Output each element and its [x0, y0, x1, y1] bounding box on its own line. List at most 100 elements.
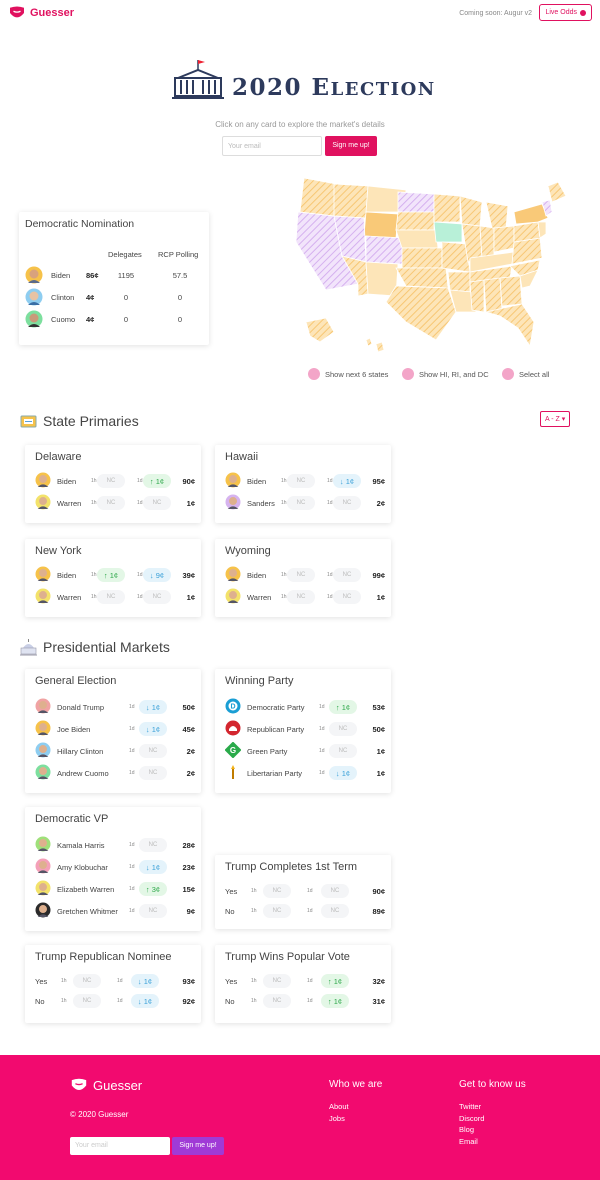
market-row[interactable]: No 1h NC 1d ↓ 1¢ 92¢ — [35, 991, 195, 1011]
market-row[interactable]: Yes 1h NC 1d NC 90¢ — [225, 881, 385, 901]
footer-brand[interactable]: Guesser — [70, 1078, 142, 1093]
coming-soon-text: Coming soon: Augur v2 — [459, 10, 532, 17]
card-title: New York — [35, 545, 82, 557]
market-row[interactable]: Warren 1h NC 1d NC 1¢ — [35, 493, 195, 513]
market-row[interactable]: Republican Party 1d NC 50¢ — [225, 719, 385, 739]
market-row[interactable]: Libertarian Party 1d ↓ 1¢ 1¢ — [225, 763, 385, 783]
market-row[interactable]: Andrew Cuomo 1d NC 2¢ — [35, 763, 195, 783]
market-row[interactable]: Elizabeth Warren 1d ↑ 3¢ 15¢ — [35, 879, 195, 899]
market-row[interactable]: Biden 1h NC 1d ↓ 1¢ 95¢ — [225, 471, 385, 491]
email-link[interactable]: Email — [459, 1136, 484, 1148]
market-card-general[interactable]: General Election Donald Trump 1d ↓ 1¢ 50… — [25, 669, 201, 793]
state-sd — [395, 211, 435, 231]
market-row[interactable]: No 1h NC 1d ↑ 1¢ 31¢ — [225, 991, 385, 1011]
price-change-pill: ↓ 9¢ — [143, 568, 171, 582]
market-row[interactable]: Biden 1h NC 1d NC 99¢ — [225, 565, 385, 585]
brand-logo[interactable]: Guesser — [8, 6, 74, 20]
state-wyoming — [363, 211, 399, 239]
state-card-wyoming[interactable]: Wyoming Biden 1h NC 1d NC 99¢ Warren 1h … — [215, 539, 391, 617]
market-row[interactable]: Biden 1h NC 1d ↑ 1¢ 90¢ — [35, 471, 195, 491]
avatar-icon — [35, 902, 51, 918]
market-row[interactable]: Hillary Clinton 1d NC 2¢ — [35, 741, 195, 761]
democratic-nomination-card[interactable]: Democratic Nomination Delegates RCP Poll… — [19, 212, 209, 345]
polling-header: RCP Polling — [158, 250, 199, 259]
market-row[interactable]: G Green Party 1d NC 1¢ — [225, 741, 385, 761]
beard-logo-icon — [71, 1078, 87, 1090]
avatar-icon — [35, 880, 51, 896]
about-link[interactable]: About — [329, 1101, 349, 1113]
us-states-map[interactable] — [286, 172, 568, 354]
price-change-pill: ↓ 1¢ — [131, 974, 159, 988]
market-row[interactable]: Donald Trump 1d ↓ 1¢ 50¢ — [35, 697, 195, 717]
market-row[interactable]: Sanders 1h NC 1d NC 2¢ — [225, 493, 385, 513]
avatar-icon — [225, 566, 241, 582]
avatar-icon — [225, 472, 241, 488]
market-row[interactable]: Warren 1h NC 1d NC 1¢ — [225, 587, 385, 607]
price-change-pill: NC — [287, 568, 315, 582]
market-row[interactable]: Yes 1h NC 1d ↑ 1¢ 32¢ — [225, 971, 385, 991]
price-change-pill: ↑ 1¢ — [97, 568, 125, 582]
market-row[interactable]: Biden 1h ↑ 1¢ 1d ↓ 9¢ 39¢ — [35, 565, 195, 585]
state-ne — [395, 229, 439, 249]
email-input[interactable]: Your email — [222, 136, 322, 156]
discord-link[interactable]: Discord — [459, 1113, 484, 1125]
brand-name: Guesser — [30, 7, 75, 19]
signup-button[interactable]: Sign me up! — [325, 136, 377, 156]
libertarian-party-icon — [231, 765, 235, 779]
price-change-pill: NC — [287, 590, 315, 604]
market-row[interactable]: Joe Biden 1d ↓ 1¢ 45¢ — [35, 719, 195, 739]
market-card-nominee[interactable]: Trump Republican Nominee Yes 1h NC 1d ↓ … — [25, 945, 201, 1023]
state-ia — [433, 221, 463, 243]
state-me — [547, 181, 567, 203]
get-to-know-us-heading: Get to know us — [459, 1079, 526, 1090]
twitter-link[interactable]: Twitter — [459, 1101, 484, 1113]
select-all-button[interactable]: Select all — [502, 368, 549, 380]
state-card-new-york[interactable]: New York Biden 1h ↑ 1¢ 1d ↓ 9¢ 39¢ Warre… — [25, 539, 201, 617]
show-next-states-button[interactable]: Show next 6 states — [308, 368, 388, 380]
market-card-vp[interactable]: Democratic VP Kamala Harris 1d NC 28¢ Am… — [25, 807, 201, 931]
legend-dot-icon — [402, 368, 414, 380]
state-ok — [395, 267, 449, 289]
legend-dot-icon — [502, 368, 514, 380]
show-hi-ri-dc-button[interactable]: Show HI, RI, and DC — [402, 368, 489, 380]
sort-dropdown[interactable]: A - Z ▾ — [540, 411, 571, 427]
price-change-pill: ↑ 1¢ — [143, 474, 171, 488]
price-change-pill: NC — [333, 568, 361, 582]
price-change-pill: NC — [333, 590, 361, 604]
state-primaries-heading: State Primaries — [20, 413, 139, 429]
market-row[interactable]: Kamala Harris 1d NC 28¢ — [35, 835, 195, 855]
avatar-icon — [35, 698, 51, 714]
state-fl — [485, 303, 535, 348]
footer-email-input[interactable]: Your email — [70, 1137, 170, 1155]
market-row[interactable]: Warren 1h NC 1d NC 1¢ — [35, 587, 195, 607]
state-card-hawaii[interactable]: Hawaii Biden 1h NC 1d ↓ 1¢ 95¢ Sanders 1… — [215, 445, 391, 523]
state-in — [479, 225, 495, 259]
card-title: Trump Completes 1st Term — [225, 861, 358, 873]
ballot-icon — [20, 415, 37, 428]
nomination-row: Cuomo 4¢ 0 0 — [25, 310, 205, 328]
live-odds-label: Live Odds — [545, 9, 577, 16]
state-mn — [433, 193, 461, 223]
republican-party-icon — [225, 720, 241, 736]
price-change-pill: NC — [263, 994, 291, 1008]
market-row[interactable]: Amy Klobuchar 1d ↓ 1¢ 23¢ — [35, 857, 195, 877]
market-card-popular[interactable]: Trump Wins Popular Vote Yes 1h NC 1d ↑ 1… — [215, 945, 391, 1023]
live-odds-button[interactable]: Live Odds — [539, 4, 592, 21]
price-change-pill: NC — [139, 766, 167, 780]
market-card-term[interactable]: Trump Completes 1st Term Yes 1h NC 1d NC… — [215, 855, 391, 929]
avatar-icon — [35, 742, 51, 758]
price-change-pill: ↑ 1¢ — [321, 994, 349, 1008]
market-row[interactable]: Yes 1h NC 1d ↓ 1¢ 93¢ — [35, 971, 195, 991]
card-title: Winning Party — [225, 675, 294, 687]
blog-link[interactable]: Blog — [459, 1124, 484, 1136]
market-row[interactable]: No 1h NC 1d NC 89¢ — [225, 901, 385, 921]
footer-signup-button[interactable]: Sign me up! — [172, 1137, 224, 1155]
jobs-link[interactable]: Jobs — [329, 1113, 349, 1125]
state-card-delaware[interactable]: Delaware Biden 1h NC 1d ↑ 1¢ 90¢ Warren … — [25, 445, 201, 523]
market-card-party[interactable]: Winning Party D Democratic Party 1d ↑ 1¢… — [215, 669, 391, 793]
clinton-avatar — [25, 288, 43, 306]
state-wa-or — [299, 177, 337, 217]
presidential-markets-heading: Presidential Markets — [20, 638, 170, 656]
market-row[interactable]: D Democratic Party 1d ↑ 1¢ 53¢ — [225, 697, 385, 717]
market-row[interactable]: Gretchen Whitmer 1d NC 9¢ — [35, 901, 195, 921]
